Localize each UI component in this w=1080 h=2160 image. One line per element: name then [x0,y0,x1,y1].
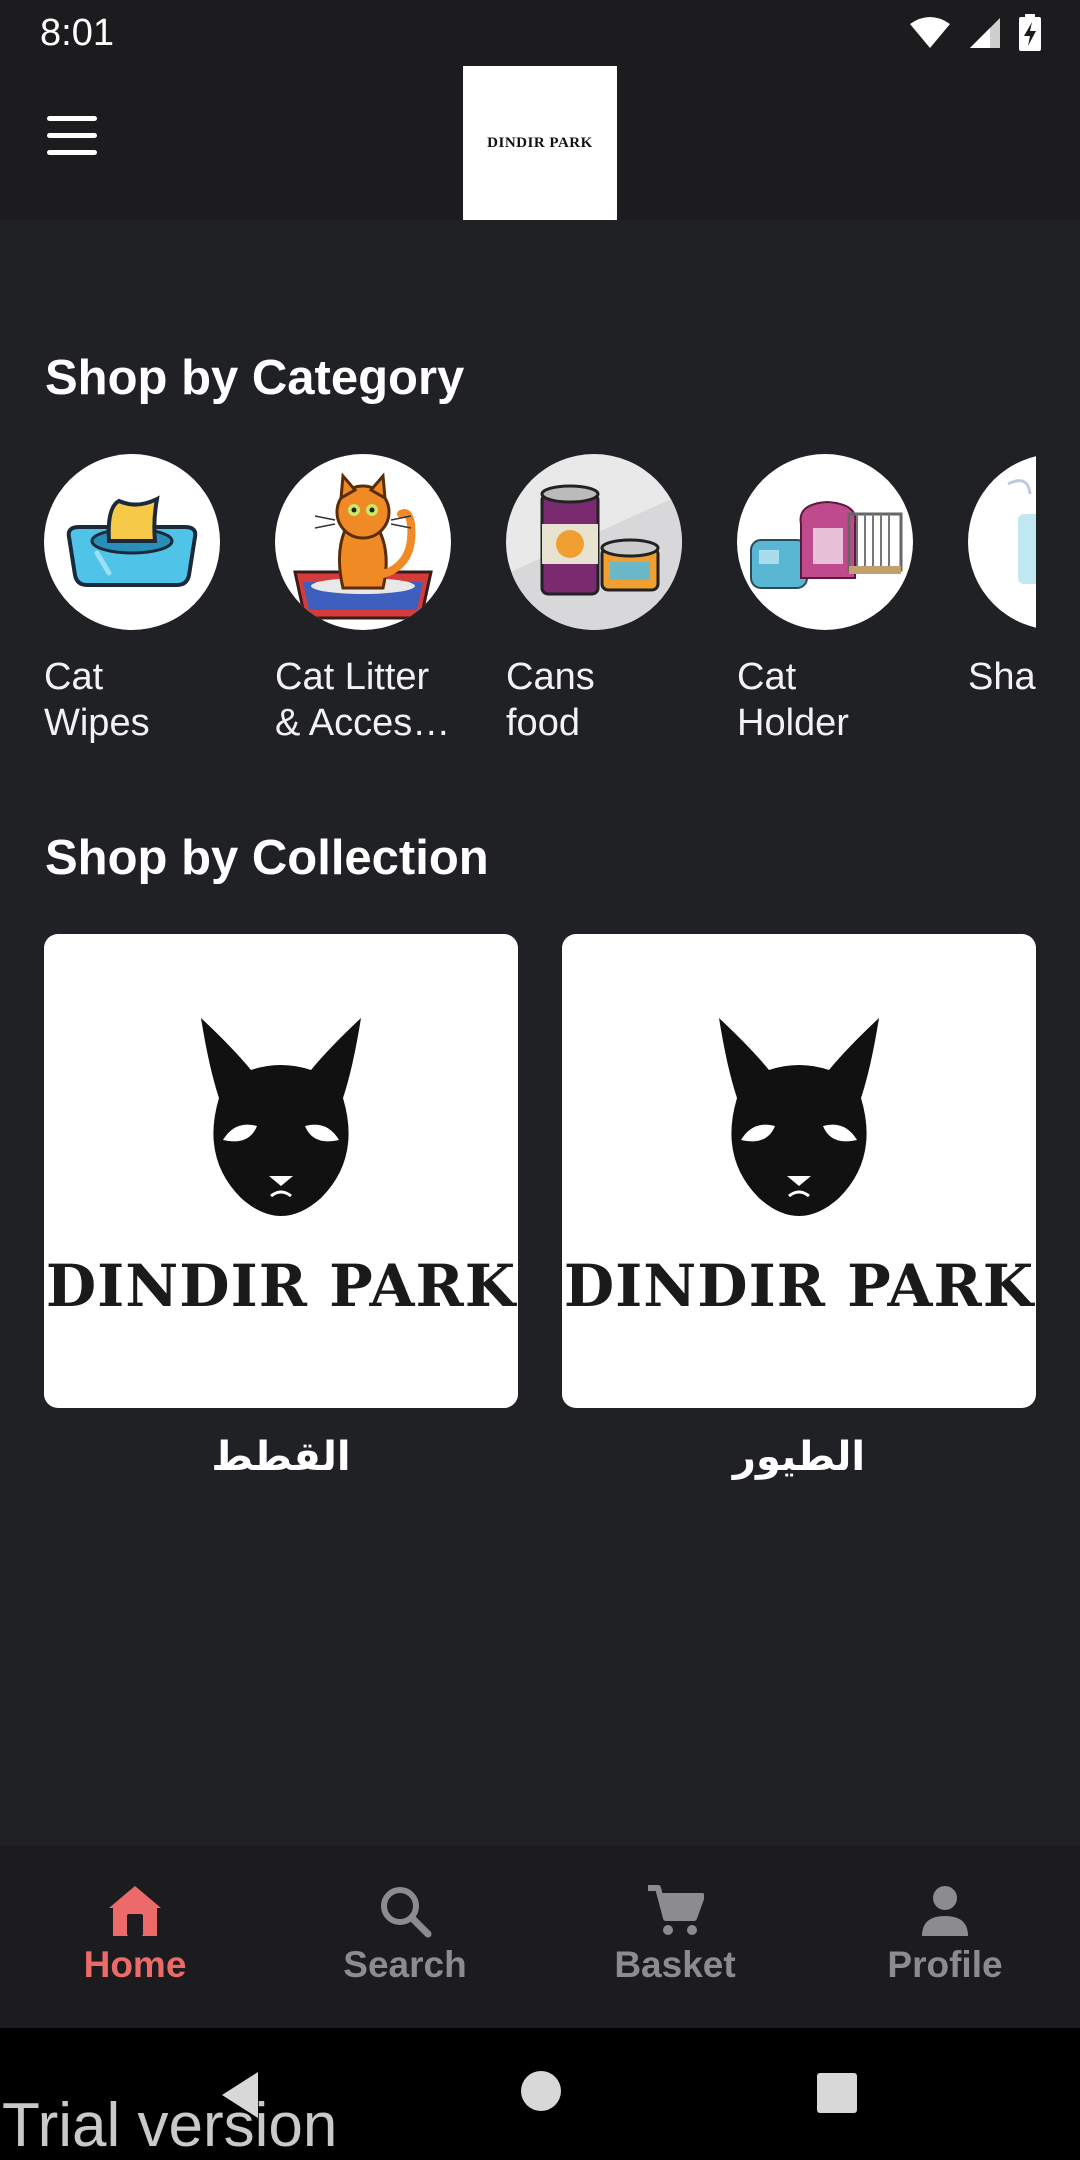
nav-label: Basket [614,1944,736,1985]
category-item-cat-litter[interactable]: Cat Litter & Acces… [275,454,455,746]
nav-profile[interactable]: Profile [810,1846,1080,2028]
cat-litter-icon [293,472,433,620]
collection-brand-text: DINDIR PARK [45,1252,517,1320]
category-item-shampoo[interactable]: Sha [968,454,1036,700]
category-image [506,454,682,630]
category-image [968,454,1036,630]
app-screen: 8:01 DINDIR PARK Shop by Category Cat Wi… [0,0,1080,2160]
status-time: 8:01 [40,12,114,54]
collection-label: القطط [211,1434,351,1480]
category-label: Cat Wipes [44,656,150,744]
collection-image: DINDIR PARK [562,934,1036,1408]
category-image [275,454,451,630]
cart-icon [648,1885,704,1935]
collection-label: الطيور [732,1434,866,1480]
cans-food-icon [506,484,682,630]
status-bar: 8:01 [0,0,1080,66]
menu-icon-line [47,133,97,138]
category-section-title: Shop by Category [45,351,465,405]
category-item-cat-holder[interactable]: Cat Holder [737,454,917,746]
nav-search[interactable]: Search [270,1846,540,2028]
menu-button[interactable] [40,116,104,170]
nav-home[interactable]: Home [0,1846,270,2028]
logo-text: DINDIR PARK [487,134,593,151]
wifi-icon [910,17,950,48]
nav-label: Profile [887,1944,1003,1985]
wipes-icon [66,495,198,587]
store-logo[interactable]: DINDIR PARK [463,66,617,220]
home-button-icon[interactable] [520,2070,562,2112]
category-carousel[interactable]: Cat Wipes Cat Litter & Acces… Cans food … [44,454,1036,754]
home-icon [109,1886,161,1936]
search-icon [381,1887,432,1938]
category-label: Cat Holder [737,656,849,744]
signal-icon [970,18,1000,48]
collection-brand-text: DINDIR PARK [563,1252,1035,1320]
collection-image: DINDIR PARK [44,934,518,1408]
category-label: Sha [968,656,1036,698]
menu-icon-line [47,150,97,155]
menu-icon-line [47,116,97,121]
category-image [44,454,220,630]
recents-icon[interactable] [816,2072,858,2114]
battery-charging-icon [1019,14,1041,51]
cat-head-logo-icon [201,1018,361,1216]
collection-card-cats[interactable]: DINDIR PARK القطط [44,934,518,1480]
category-item-cat-wipes[interactable]: Cat Wipes [44,454,224,746]
cat-head-logo-icon [719,1018,879,1216]
category-image [737,454,913,630]
cat-carrier-icon [750,500,903,589]
category-item-cans-food[interactable]: Cans food [506,454,686,746]
status-icons [908,14,1042,52]
top-app-bar: DINDIR PARK [0,66,1080,220]
trial-watermark: Trial version [2,2091,338,2160]
nav-label: Search [343,1944,467,1985]
category-label: Cans food [506,656,595,744]
person-icon [922,1886,968,1936]
nav-basket[interactable]: Basket [540,1846,810,2028]
shampoo-icon [1007,479,1036,584]
category-label: Cat Litter & Acces… [275,656,451,744]
collection-card-birds[interactable]: DINDIR PARK الطيور [562,934,1036,1480]
collection-section-title: Shop by Collection [45,831,489,885]
nav-label: Home [83,1944,187,1985]
bottom-navigation: Home Search Basket Profile [0,1846,1080,2028]
